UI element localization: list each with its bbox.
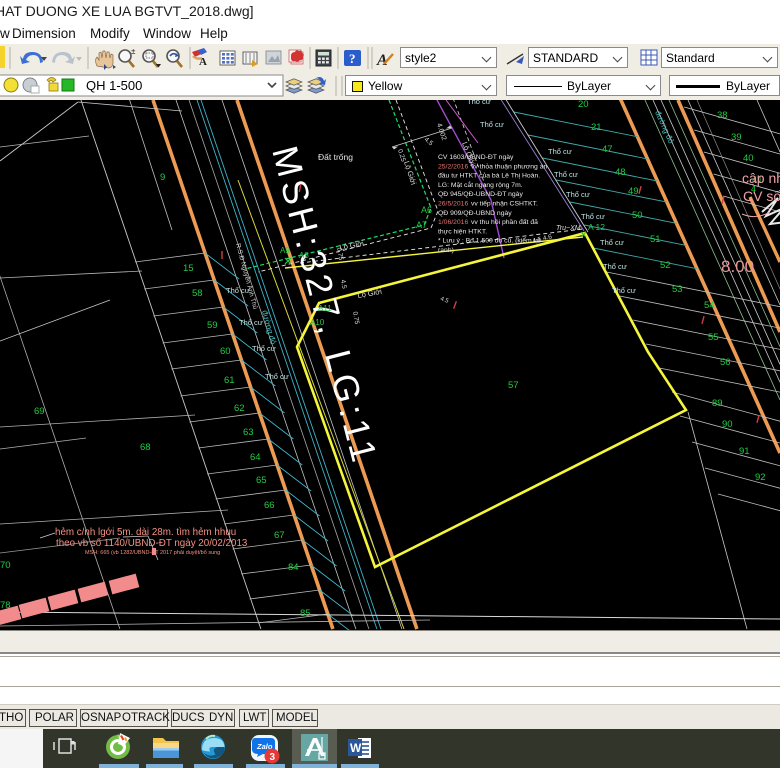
svg-text:64: 64: [250, 452, 261, 463]
svg-text:A6: A6: [421, 205, 432, 215]
svg-text:MSH: 665 (vb 1282/UBND-ĐT: MSH: 665 (vb 1282/UBND-ĐT: [85, 550, 159, 556]
svg-text:51: 51: [650, 234, 661, 245]
svg-text:A11: A11: [318, 304, 332, 313]
svg-text:Thổ cư: Thổ cư: [603, 262, 627, 271]
svg-text:A9: A9: [280, 246, 290, 255]
svg-text:84: 84: [288, 562, 299, 573]
svg-text:48: 48: [615, 167, 626, 178]
svg-text:QĐ 909/QĐ-UBND ngày: QĐ 909/QĐ-UBND ngày: [438, 210, 512, 217]
svg-text:40: 40: [743, 153, 754, 164]
svg-text:4.5: 4.5: [439, 296, 450, 305]
svg-text:54: 54: [704, 300, 715, 311]
svg-text:theo vb số 1140/UBND-ĐT ngày 2: theo vb số 1140/UBND-ĐT ngày 20/02/2013: [56, 538, 248, 549]
svg-text:15: 15: [183, 263, 194, 274]
svg-text:65: 65: [256, 475, 267, 486]
svg-text:vv thu hồi phần đất đã: vv thu hồi phần đất đã: [471, 217, 538, 226]
svg-text:Lộ Giới: Lộ Giới: [402, 160, 418, 186]
svg-text:50: 50: [632, 210, 643, 221]
svg-text:4.5: 4.5: [423, 136, 435, 147]
svg-text:0.75: 0.75: [351, 311, 360, 325]
svg-text:Thổ cư: Thổ cư: [252, 344, 276, 353]
svg-text:69: 69: [34, 406, 45, 417]
svg-text:60: 60: [220, 346, 231, 357]
svg-text:58: 58: [192, 288, 203, 299]
svg-text:49: 49: [628, 186, 639, 197]
svg-text:62: 62: [234, 403, 245, 414]
svg-text:vv thỏa thuận phương án: vv thỏa thuận phương án: [471, 162, 547, 170]
svg-text:38: 38: [717, 110, 728, 121]
svg-text:A 12: A 12: [588, 222, 605, 232]
svg-text:21: 21: [591, 122, 602, 133]
svg-text:Thổ cư: Thổ cư: [566, 190, 590, 199]
svg-text:Thổ cư: Thổ cư: [239, 318, 263, 327]
svg-text:Thổ cư: Thổ cư: [600, 238, 624, 247]
svg-text:vv tiếp nhận CSHTKT.: vv tiếp nhận CSHTKT.: [471, 199, 538, 208]
svg-text:ranh): ranh): [438, 247, 454, 254]
svg-text:* Lưu ý : Bđ 1.500 đo cũ. (kiể: * Lưu ý : Bđ 1.500 đo cũ. (kiểm lại: [438, 237, 541, 245]
svg-text:A8: A8: [299, 251, 309, 260]
svg-text:?: ?: [349, 51, 356, 66]
svg-text:A7: A7: [416, 220, 427, 230]
svg-text:61: 61: [224, 375, 235, 386]
svg-text:A: A: [199, 56, 207, 68]
svg-text:53: 53: [672, 284, 683, 295]
svg-text:CV 1603/UBND-ĐT ngày: CV 1603/UBND-ĐT ngày: [438, 154, 514, 161]
svg-text:W: W: [350, 741, 362, 755]
svg-text:66: 66: [264, 500, 275, 511]
svg-text:Thổ cư: Thổ cư: [480, 120, 504, 129]
svg-text:47: 47: [602, 144, 613, 155]
svg-text:89: 89: [712, 398, 723, 409]
svg-text:1/06/2016: 1/06/2016: [438, 219, 468, 226]
svg-text:63: 63: [243, 427, 254, 438]
svg-text:đường đỏ: đường đỏ: [260, 309, 278, 346]
svg-text:68: 68: [140, 442, 151, 453]
svg-text:thực hiện HTKT.: thực hiện HTKT.: [438, 228, 487, 235]
svg-text:cập nh: cập nh: [742, 170, 780, 186]
svg-text:56: 56: [720, 357, 731, 368]
svg-text:25/2/2016: 25/2/2016: [438, 163, 468, 170]
svg-text:92: 92: [755, 472, 766, 483]
svg-text:Thổ cư: Thổ cư: [265, 372, 289, 381]
svg-text:39: 39: [731, 132, 742, 143]
svg-text:A10: A10: [310, 318, 325, 327]
svg-text:Thổ cư: Thổ cư: [554, 170, 578, 179]
svg-text:đầu tư HTKT của bà Lê Thị Hoàn: đầu tư HTKT của bà Lê Thị Hoàn.: [438, 171, 540, 180]
svg-text:8.00: 8.00: [721, 257, 754, 276]
svg-text:Thổ cư: Thổ cư: [467, 100, 491, 106]
svg-text:Đất trống: Đất trống: [318, 152, 353, 162]
svg-text:QH 1-500: QH 1-500: [86, 78, 142, 93]
svg-text:4: 4: [751, 184, 756, 194]
svg-text:CV số: CV số: [743, 188, 780, 204]
svg-text:9: 9: [160, 172, 165, 183]
svg-text:Thổ cư: Thổ cư: [612, 286, 636, 295]
svg-text:57: 57: [508, 380, 519, 391]
svg-text:20: 20: [578, 100, 589, 110]
svg-text:đường đỏ: đường đỏ: [653, 109, 676, 145]
svg-text:67: 67: [274, 530, 285, 541]
svg-text:90: 90: [722, 419, 733, 430]
svg-text:2017 phải duyệt/bổ sung: 2017 phải duyệt/bổ sung: [160, 549, 220, 556]
svg-text:Thổ cư: Thổ cư: [581, 212, 605, 221]
svg-text:QĐ 945/QĐ-UBND-ĐT ngày: QĐ 945/QĐ-UBND-ĐT ngày: [438, 191, 523, 198]
svg-text:hẻm c/nh lgới 5m. dài 28m. tìm: hẻm c/nh lgới 5m. dài 28m. tìm hẻm hhuu: [55, 527, 236, 538]
svg-text:LG: Mặt cắt ngang rộng 7m.: LG: Mặt cắt ngang rộng 7m.: [438, 180, 523, 189]
svg-text:91: 91: [739, 446, 750, 457]
svg-text:59: 59: [207, 320, 218, 331]
svg-text:Lộ Giới: Lộ Giới: [357, 287, 383, 300]
svg-text:±: ±: [131, 47, 136, 56]
svg-text:55: 55: [708, 332, 719, 343]
svg-text:85: 85: [300, 608, 311, 619]
svg-text:R.S.Đ Nguyễn Ánh Thủ: R.S.Đ Nguyễn Ánh Thủ: [234, 242, 260, 310]
svg-text:52: 52: [660, 260, 671, 271]
svg-text:3: 3: [270, 752, 276, 763]
svg-text:Thổ cư: Thổ cư: [548, 147, 572, 156]
svg-text:78: 78: [0, 600, 11, 611]
svg-text:4.002: 4.002: [435, 122, 447, 141]
svg-text:70: 70: [0, 560, 11, 571]
svg-text:26/5/2016: 26/5/2016: [438, 201, 468, 208]
svg-text:Tru~XM: Tru~XM: [556, 225, 581, 232]
